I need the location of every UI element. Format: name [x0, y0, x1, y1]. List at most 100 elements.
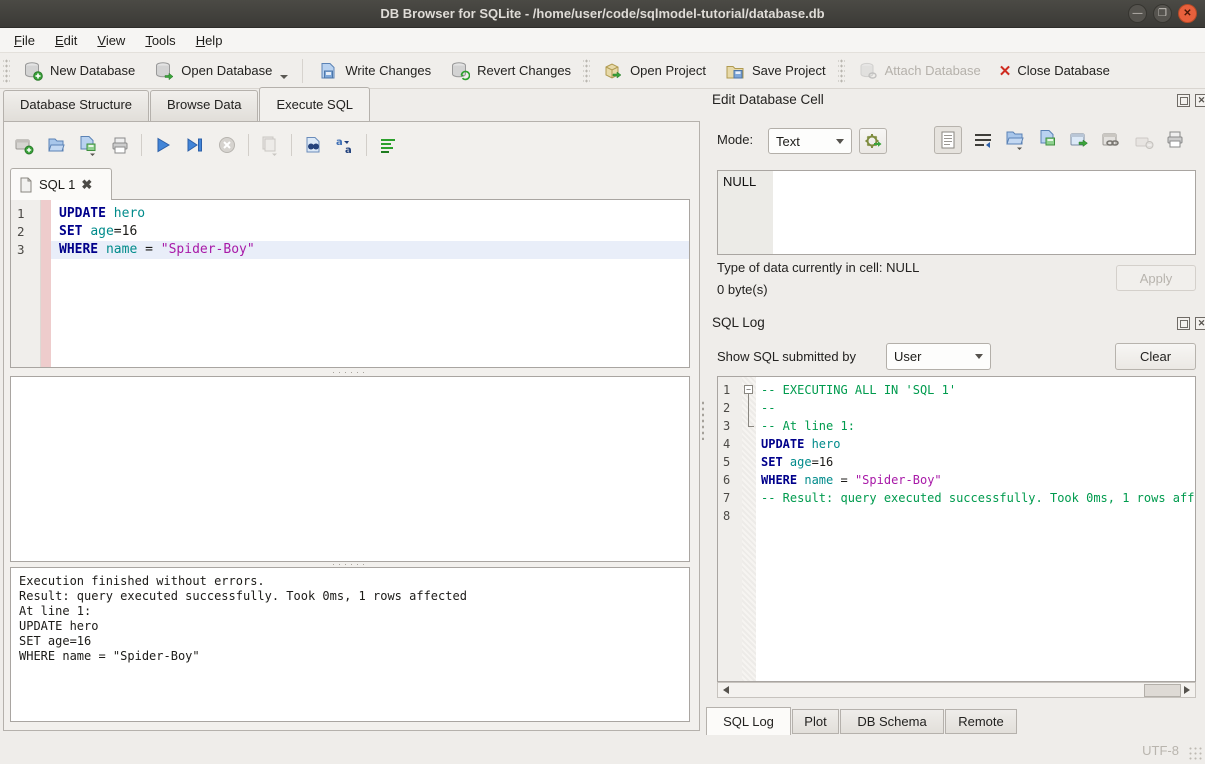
chevron-down-icon [836, 139, 844, 144]
execution-message-pane[interactable]: Execution finished without errors. Resul… [10, 567, 690, 722]
sql-tab-close-icon[interactable]: ✖ [81, 177, 92, 193]
dock-close-icon[interactable]: ✕ [1195, 94, 1205, 107]
text-mode-toggle-button[interactable] [934, 126, 962, 154]
save-project-label: Save Project [752, 63, 826, 78]
bottom-tab-db-schema[interactable]: DB Schema [840, 709, 944, 734]
apply-button: Apply [1116, 265, 1196, 291]
tab-execute-sql[interactable]: Execute SQL [259, 87, 370, 121]
splitter-editor-results[interactable]: ······ [10, 369, 690, 375]
format-sql-button[interactable] [377, 134, 399, 156]
print-cell-button[interactable] [1164, 128, 1186, 150]
editor-code-area[interactable]: UPDATE hero SET age=16 WHERE name = "Spi… [51, 200, 689, 367]
toolbar-separator [248, 134, 249, 156]
sql-document-tab[interactable]: SQL 1 ✖ [10, 168, 112, 200]
cell-value: NULL [718, 171, 773, 254]
dock-float-icon[interactable] [1177, 317, 1190, 330]
close-database-icon: ✕ [999, 62, 1012, 80]
menu-edit[interactable]: Edit [45, 30, 87, 51]
sql-document-icon [19, 177, 33, 193]
scrollbar-thumb[interactable] [1144, 684, 1181, 697]
dock-float-icon[interactable] [1177, 94, 1190, 107]
execute-all-button[interactable] [152, 134, 174, 156]
edit-cell-dock-buttons: ✕ [1177, 94, 1205, 107]
write-changes-label: Write Changes [345, 63, 431, 78]
minimize-button[interactable]: — [1128, 4, 1147, 23]
encoding-indicator[interactable]: UTF-8 [1142, 743, 1179, 758]
maximize-button[interactable]: ❐ [1153, 4, 1172, 23]
scroll-left-arrow[interactable] [718, 683, 734, 697]
toolbar-drag-handle[interactable] [583, 59, 590, 83]
cell-type-info: Type of data currently in cell: NULL [717, 260, 919, 275]
tab-browse-data[interactable]: Browse Data [150, 90, 258, 121]
menu-help[interactable]: Help [186, 30, 233, 51]
message-line: UPDATE hero [19, 619, 681, 634]
tab-database-structure[interactable]: Database Structure [3, 90, 149, 121]
find-button[interactable] [302, 134, 324, 156]
copy-link-button[interactable] [1100, 130, 1122, 152]
bottom-tab-plot[interactable]: Plot [792, 709, 839, 734]
execute-current-line-button[interactable] [184, 134, 206, 156]
sql-log-view[interactable]: 12 34 56 78 − -- EXECUTING ALL IN 'SQL 1… [717, 376, 1196, 682]
scroll-right-arrow[interactable] [1179, 683, 1195, 697]
cell-editor[interactable]: NULL [717, 170, 1196, 255]
bottom-tab-sql-log[interactable]: SQL Log [706, 707, 791, 735]
save-project-icon [724, 60, 746, 82]
log-fold-margin[interactable]: − [742, 377, 756, 681]
main-tab-bar: Database Structure Browse Data Execute S… [3, 90, 371, 121]
revert-changes-label: Revert Changes [477, 63, 571, 78]
message-line: Execution finished without errors. [19, 574, 681, 589]
log-line: SET age=16 [756, 453, 1195, 471]
menu-tools[interactable]: Tools [135, 30, 185, 51]
toolbar-drag-handle[interactable] [3, 59, 10, 83]
mode-select[interactable]: Text [768, 128, 852, 154]
log-filter-label: Show SQL submitted by [717, 349, 856, 364]
replace-button[interactable]: aa [334, 134, 356, 156]
log-line [756, 507, 1195, 525]
open-sql-file-button[interactable] [45, 134, 67, 156]
new-sql-tab-button[interactable] [13, 134, 35, 156]
cell-editor-area[interactable] [773, 171, 1195, 254]
import-cell-data-button[interactable] [1004, 128, 1026, 150]
open-project-icon [602, 60, 624, 82]
fold-collapse-icon[interactable]: − [744, 385, 753, 394]
cell-size-info: 0 byte(s) [717, 282, 768, 297]
title-bar[interactable]: DB Browser for SQLite - /home/user/code/… [0, 0, 1205, 28]
log-filter-select[interactable]: User [886, 343, 991, 370]
open-database-dropdown-caret[interactable] [280, 75, 288, 79]
toolbar-separator [366, 134, 367, 156]
open-database-button[interactable]: Open Database [144, 55, 297, 87]
log-code-area[interactable]: -- EXECUTING ALL IN 'SQL 1' -- -- At lin… [756, 377, 1195, 681]
splitter-left-right[interactable] [701, 400, 705, 440]
open-database-icon [153, 60, 175, 82]
clear-log-button[interactable]: Clear [1115, 343, 1196, 370]
word-wrap-button[interactable] [972, 130, 994, 152]
resize-grip[interactable] [1188, 746, 1202, 760]
save-sql-file-button[interactable] [77, 134, 99, 156]
dock-close-icon[interactable]: ✕ [1195, 317, 1205, 330]
save-project-button[interactable]: Save Project [715, 55, 835, 87]
message-line: Result: query executed successfully. Too… [19, 589, 681, 604]
revert-changes-button[interactable]: Revert Changes [440, 55, 580, 87]
set-null-button [1134, 132, 1156, 154]
menu-file[interactable]: File [4, 30, 45, 51]
code-line-current: WHERE name = "Spider-Boy" [51, 241, 689, 259]
print-button[interactable] [109, 134, 131, 156]
export-cell-data-button[interactable] [1036, 128, 1058, 150]
sql-editor-toolbar: aa [13, 131, 399, 159]
menu-view[interactable]: View [87, 30, 135, 51]
toolbar-drag-handle[interactable] [838, 59, 845, 83]
bottom-tab-remote[interactable]: Remote [945, 709, 1017, 734]
app-window: DB Browser for SQLite - /home/user/code/… [0, 0, 1205, 764]
new-database-button[interactable]: New Database [13, 55, 144, 87]
auto-apply-button[interactable] [859, 128, 887, 154]
menu-bar: File Edit View Tools Help [0, 28, 1205, 53]
log-line: -- [756, 399, 1195, 417]
log-horizontal-scrollbar[interactable] [717, 682, 1196, 698]
close-button[interactable]: ✕ [1178, 4, 1197, 23]
close-database-button[interactable]: ✕ Close Database [990, 57, 1119, 85]
write-changes-button[interactable]: Write Changes [308, 55, 440, 87]
mode-label: Mode: [717, 132, 753, 147]
open-in-external-button[interactable] [1068, 130, 1090, 152]
sql-editor[interactable]: 1 2 3 UPDATE hero SET age=16 WHERE name … [10, 199, 690, 368]
open-project-button[interactable]: Open Project [593, 55, 715, 87]
